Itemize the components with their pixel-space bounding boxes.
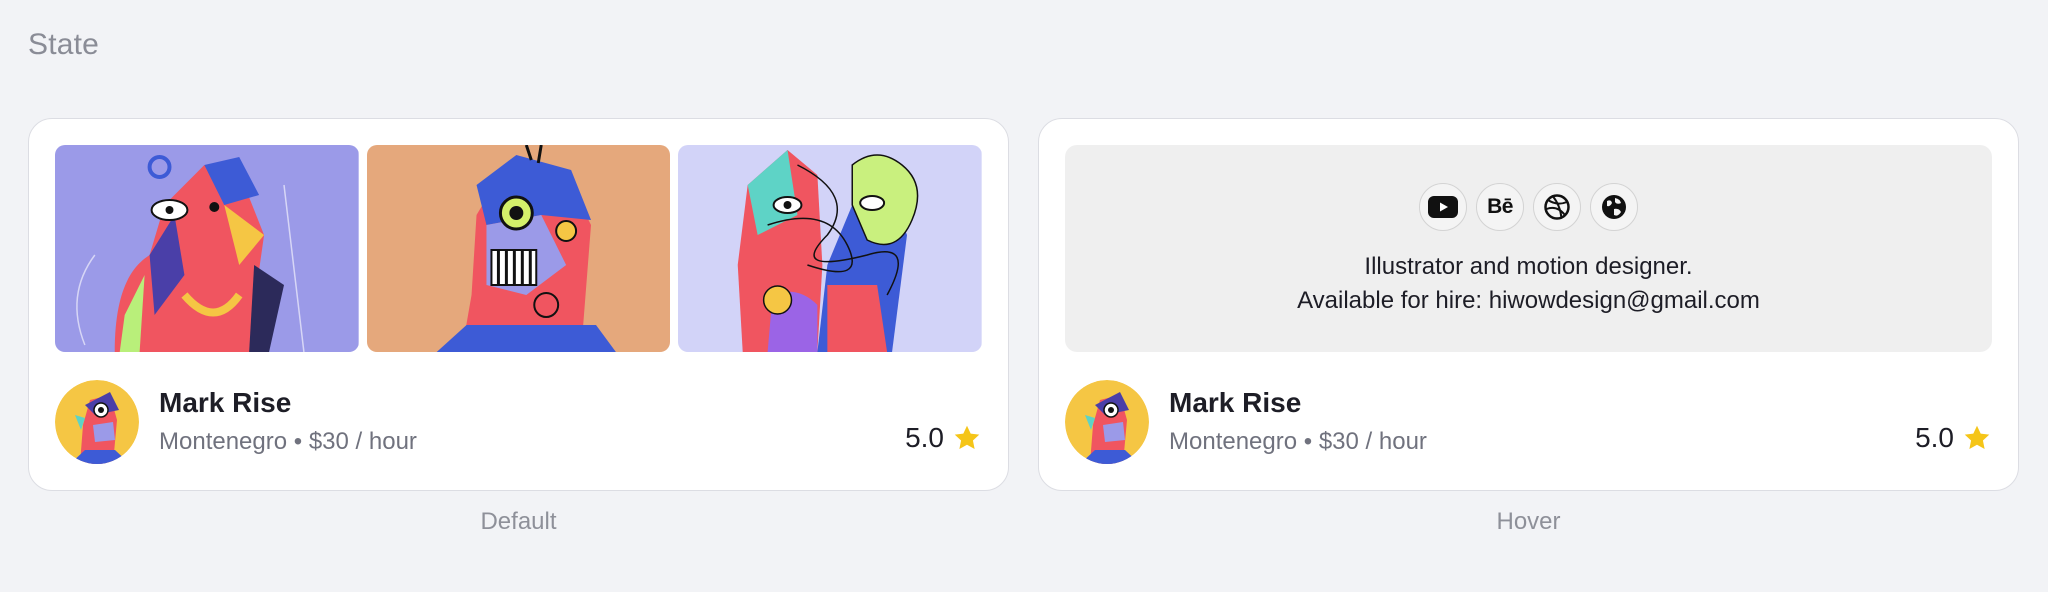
hover-info-panel: Bē Illustrator and motion designer. Avai… [1065, 145, 1992, 352]
bio-line-1: Illustrator and motion designer. [1364, 253, 1693, 280]
star-icon [954, 425, 980, 449]
youtube-link[interactable] [1419, 183, 1467, 231]
freelancer-name[interactable]: Mark Rise [159, 387, 291, 419]
dribbble-link[interactable] [1533, 183, 1581, 231]
website-link[interactable] [1590, 183, 1638, 231]
avatar[interactable] [55, 380, 139, 464]
page: State Mark Rise Montenegro • $30 / hour … [0, 0, 2048, 592]
state-label-hover: Hover [1496, 508, 1561, 535]
state-label-default: Default [480, 508, 557, 535]
portfolio-thumb-2[interactable] [366, 145, 671, 352]
dribbble-icon [1544, 194, 1570, 220]
freelancer-meta: Montenegro • $30 / hour [1169, 428, 1427, 455]
social-links: Bē [1065, 183, 1992, 231]
freelancer-card-hover[interactable]: Bē Illustrator and motion designer. Avai… [1038, 118, 2019, 491]
globe-icon [1602, 195, 1626, 219]
rating: 5.0 [905, 422, 982, 454]
rating: 5.0 [1915, 422, 1992, 454]
freelancer-name[interactable]: Mark Rise [1169, 387, 1301, 419]
profile-row: Mark Rise Montenegro • $30 / hour 5.0 [55, 380, 982, 464]
behance-link[interactable]: Bē [1476, 183, 1524, 231]
avatar[interactable] [1065, 380, 1149, 464]
freelancer-meta: Montenegro • $30 / hour [159, 428, 417, 455]
rating-value: 5.0 [1915, 422, 1954, 453]
portfolio-thumb-3[interactable] [678, 145, 983, 352]
portfolio-gallery [55, 145, 983, 352]
portfolio-thumb-1[interactable] [55, 145, 359, 352]
freelancer-card-default[interactable]: Mark Rise Montenegro • $30 / hour 5.0 [28, 118, 1009, 491]
bio-line-2[interactable]: Available for hire: hiwowdesign@gmail.co… [1065, 284, 1992, 318]
youtube-icon [1428, 196, 1458, 218]
section-title: State [28, 28, 100, 61]
bio-text: Illustrator and motion designer. Availab… [1065, 250, 1992, 318]
profile-row: Mark Rise Montenegro • $30 / hour 5.0 [1065, 380, 1992, 464]
rating-value: 5.0 [905, 422, 944, 453]
star-icon [1964, 425, 1990, 449]
behance-icon: Bē [1487, 195, 1513, 218]
